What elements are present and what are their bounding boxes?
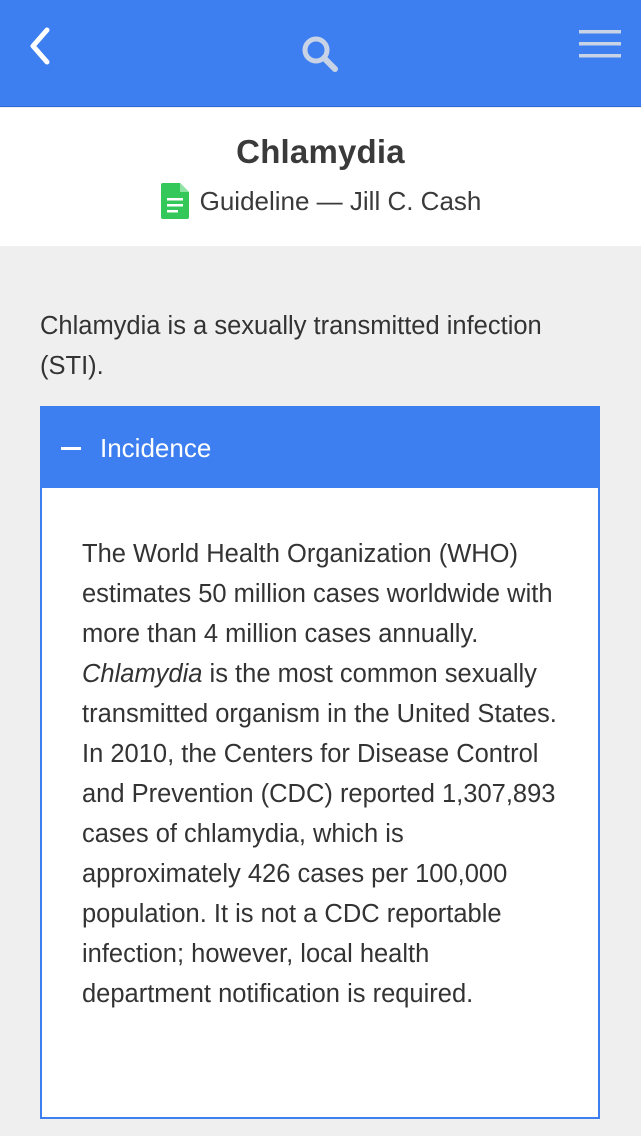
search-button[interactable] (296, 30, 344, 78)
top-navigation-bar (0, 0, 641, 107)
guideline-author: Guideline — Jill C. Cash (199, 185, 482, 216)
body-text-part-2: is the most common sexually transmitted … (82, 660, 557, 1008)
body-text-part-1: The World Health Organization (WHO) esti… (82, 540, 553, 648)
intro-text: Chlamydia is a sexually transmitted infe… (40, 312, 542, 380)
search-icon (302, 36, 338, 72)
page-title: Chlamydia (236, 133, 405, 170)
section-title: Incidence (100, 432, 212, 463)
document-header: Chlamydia Guideline — Jill C. Cash (0, 108, 641, 246)
back-button[interactable] (18, 24, 62, 68)
incidence-section: Incidence The World Health Organization … (40, 406, 600, 1119)
document-icon (160, 183, 189, 219)
section-body-text: The World Health Organization (WHO) esti… (42, 488, 598, 1014)
incidence-section-header[interactable]: Incidence (42, 408, 598, 488)
collapse-minus-icon (61, 446, 81, 450)
chevron-left-icon (30, 27, 50, 65)
document-subtitle: Guideline — Jill C. Cash (0, 182, 641, 220)
menu-button[interactable] (574, 22, 626, 66)
hamburger-menu-icon (579, 30, 621, 58)
body-text-italic: Chlamydia (82, 660, 203, 688)
